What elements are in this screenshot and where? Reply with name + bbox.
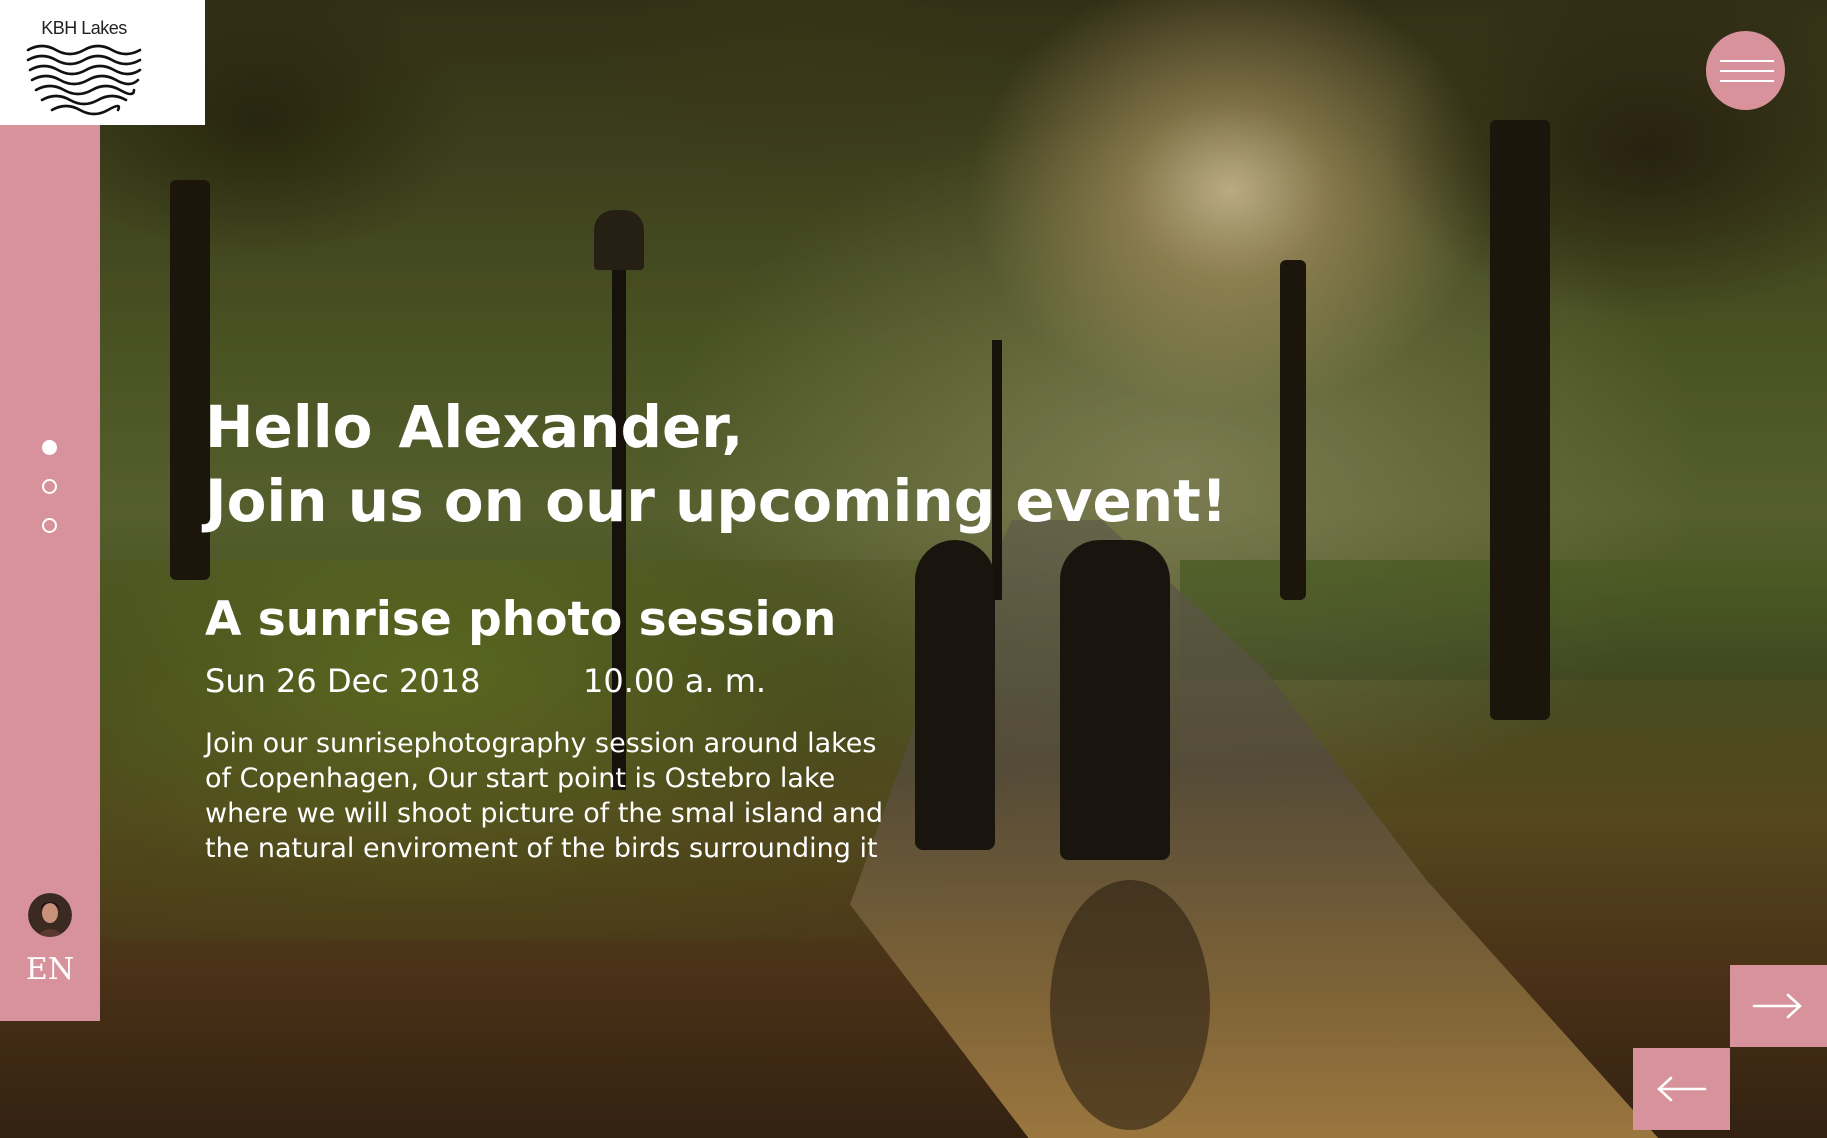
hero-heading: Hello Alexander, Join us on our upcoming … bbox=[205, 390, 1227, 538]
hamburger-icon bbox=[1720, 60, 1774, 62]
hero-content: Hello Alexander, Join us on our upcoming … bbox=[205, 390, 1227, 864]
greeting-hello: Hello bbox=[205, 393, 373, 461]
arrow-right-icon bbox=[1752, 993, 1802, 1019]
logo[interactable]: KBH Lakes bbox=[0, 0, 205, 125]
hamburger-icon bbox=[1720, 70, 1774, 72]
waves-icon bbox=[26, 44, 142, 116]
menu-button[interactable] bbox=[1706, 31, 1785, 110]
event-title: A sunrise photo session bbox=[205, 592, 837, 647]
event-time: 10.00 a. m. bbox=[583, 662, 767, 700]
language-switch[interactable]: EN bbox=[0, 952, 100, 987]
event-date: Sun 26 Dec 2018 bbox=[205, 662, 481, 700]
event-description: Join our sunrisephotography session arou… bbox=[205, 728, 883, 864]
slide-dot-3[interactable] bbox=[42, 518, 57, 533]
slide-dot-1[interactable] bbox=[42, 440, 57, 455]
brand-name: KBH Lakes bbox=[41, 18, 127, 38]
next-button[interactable] bbox=[1730, 965, 1827, 1047]
greeting-name: Alexander, bbox=[398, 393, 744, 461]
hamburger-icon bbox=[1720, 80, 1774, 82]
arrow-left-icon bbox=[1657, 1076, 1707, 1102]
left-sidebar: EN bbox=[0, 125, 100, 1021]
event-meta: Sun 26 Dec 2018 10.00 a. m. bbox=[205, 662, 766, 700]
previous-button[interactable] bbox=[1633, 1048, 1730, 1130]
background-photo bbox=[0, 0, 1827, 1138]
greeting-invite: Join us on our upcoming event! bbox=[205, 467, 1228, 535]
user-avatar[interactable] bbox=[28, 893, 72, 937]
photo-overlay bbox=[0, 0, 1827, 1138]
slide-dot-2[interactable] bbox=[42, 479, 57, 494]
